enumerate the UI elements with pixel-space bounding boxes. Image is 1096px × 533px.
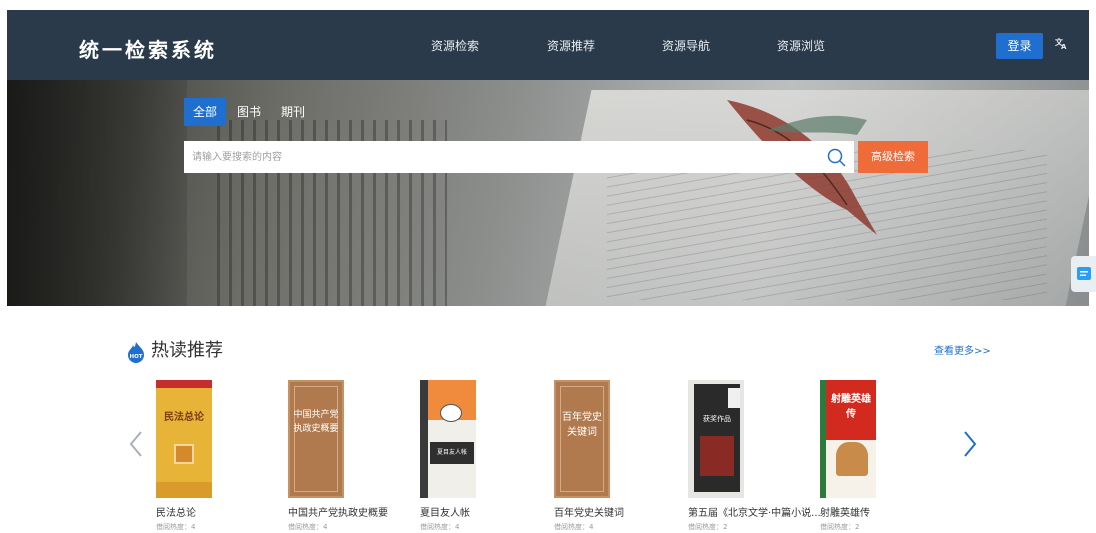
nav-resource-recommend[interactable]: 资源推荐 — [547, 37, 595, 54]
banner-shadow — [7, 80, 187, 306]
chevron-left-icon — [129, 431, 142, 457]
feedback-float-button[interactable] — [1071, 256, 1096, 292]
tab-journals[interactable]: 期刊 — [281, 98, 305, 126]
book-title[interactable]: 射雕英雄传 — [820, 504, 870, 519]
book-title[interactable]: 夏目友人帐 — [420, 504, 470, 519]
book-title[interactable]: 中国共产党执政史概要 — [288, 504, 388, 519]
book-borrow-count: 借阅热度：4 — [288, 523, 328, 531]
cover-title: 中国共产党执政史概要 — [293, 410, 339, 434]
nav-resource-browse[interactable]: 资源浏览 — [777, 37, 825, 54]
carousel-prev-button[interactable] — [128, 430, 144, 462]
section-title: 热读推荐 — [151, 340, 223, 361]
translate-icon[interactable]: 文 A — [1055, 36, 1069, 53]
advanced-search-button[interactable]: 高级检索 — [858, 141, 928, 173]
site-logo[interactable]: 统一检索系统 — [79, 34, 217, 63]
tab-books[interactable]: 图书 — [237, 98, 261, 126]
view-more-link[interactable]: 查看更多>> — [934, 342, 991, 357]
svg-text:A: A — [1061, 43, 1067, 50]
book-borrow-count: 借阅热度：4 — [420, 523, 460, 531]
search-box — [184, 141, 854, 173]
cover-title: 民法总论 — [164, 412, 204, 423]
hot-icon: HOT — [125, 341, 147, 367]
chevron-right-icon — [964, 431, 977, 457]
svg-text:HOT: HOT — [129, 354, 142, 360]
nav-resource-search[interactable]: 资源检索 — [431, 37, 479, 54]
book-borrow-count: 借阅热度：2 — [820, 523, 860, 531]
book-borrow-count: 借阅热度：4 — [554, 523, 594, 531]
book-cover[interactable]: 中国共产党执政史概要 — [288, 380, 344, 498]
book-title[interactable]: 第五届《北京文学·中篇小说... — [688, 504, 821, 519]
carousel-next-button[interactable] — [962, 430, 978, 462]
book-cover[interactable]: 民法总论 — [156, 380, 212, 498]
book-cover[interactable]: 射雕英雄传 — [820, 380, 876, 498]
book-borrow-count: 借阅热度：4 — [156, 523, 196, 531]
book-title[interactable]: 百年党史关键词 — [554, 504, 624, 519]
cover-title: 获奖作品 — [703, 415, 731, 423]
search-icon[interactable] — [826, 147, 848, 169]
feedback-icon — [1077, 267, 1091, 280]
search-input[interactable] — [184, 141, 824, 173]
nav-resource-navigation[interactable]: 资源导航 — [662, 37, 710, 54]
book-cover[interactable]: 百年党史关键词 — [554, 380, 610, 498]
cover-title: 射雕英雄传 — [831, 394, 871, 420]
book-title[interactable]: 民法总论 — [156, 504, 196, 519]
top-navbar: 统一检索系统 资源检索 资源推荐 资源导航 资源浏览 登录 文 A — [7, 10, 1089, 80]
cover-title: 百年党史关键词 — [562, 412, 602, 438]
book-cover[interactable]: 夏目友人帐 — [420, 380, 476, 498]
login-button[interactable]: 登录 — [996, 33, 1043, 59]
page: 统一检索系统 资源检索 资源推荐 资源导航 资源浏览 登录 文 A 全部 图书 … — [0, 0, 1096, 533]
tab-all[interactable]: 全部 — [184, 98, 226, 126]
cover-title: 夏目友人帐 — [430, 442, 474, 464]
book-cover[interactable]: 获奖作品 — [688, 380, 744, 498]
hero-banner — [7, 80, 1089, 306]
book-borrow-count: 借阅热度：2 — [688, 523, 728, 531]
